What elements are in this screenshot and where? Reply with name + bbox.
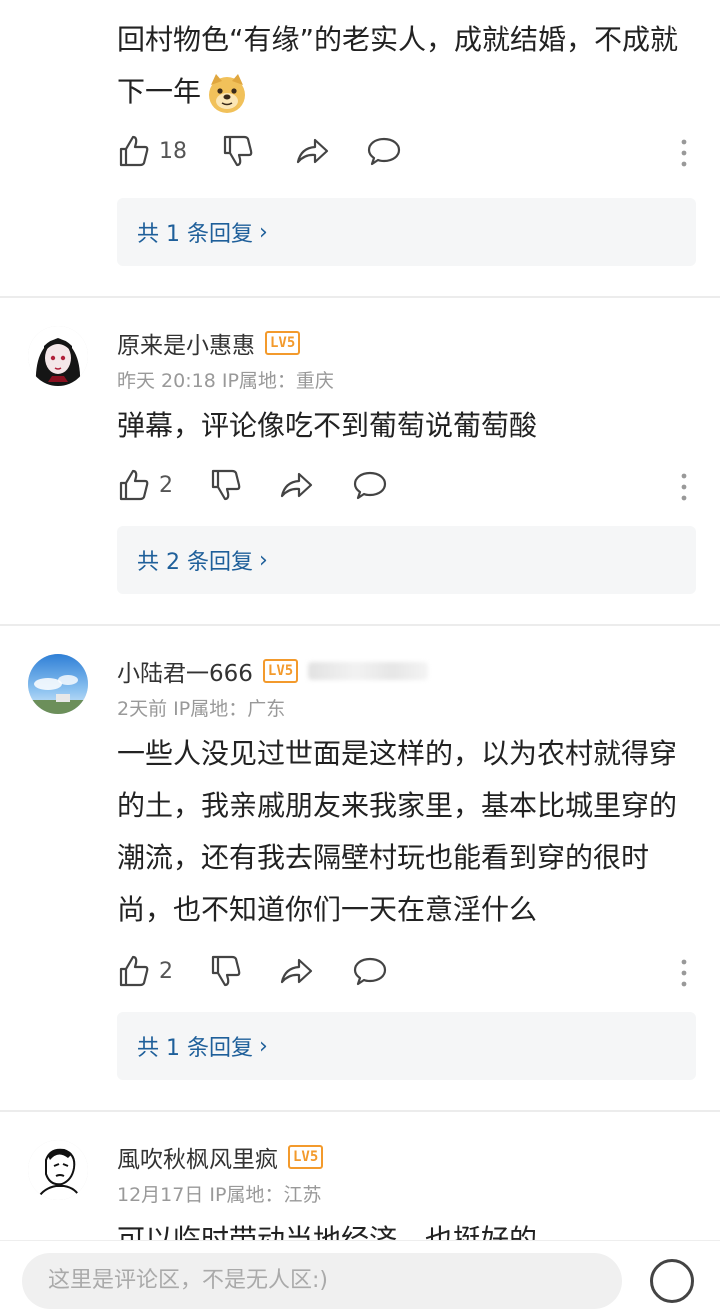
level-badge: LV5 bbox=[265, 331, 301, 355]
thumbs-down-icon bbox=[223, 135, 253, 167]
share-button[interactable] bbox=[279, 954, 313, 988]
username[interactable]: 風吹秋枫风里疯 bbox=[117, 1140, 278, 1174]
like-button[interactable]: 18 bbox=[117, 134, 187, 168]
share-arrow-icon bbox=[280, 958, 313, 984]
comment-button[interactable] bbox=[353, 468, 387, 502]
level-badge: LV5 bbox=[288, 1145, 324, 1169]
reply-count-label: 共 1 条回复 bbox=[137, 222, 253, 247]
more-vertical-icon[interactable] bbox=[676, 472, 692, 502]
reply-count-label: 共 2 条回复 bbox=[137, 550, 253, 575]
share-arrow-icon bbox=[280, 472, 313, 498]
emoji-icon[interactable] bbox=[650, 1259, 694, 1303]
view-replies-link[interactable]: 共 1 条回复 › bbox=[117, 198, 696, 266]
comment: 原来是小惠惠 LV5 昨天 20:18 IP属地：重庆 弹幕，评论像吃不到葡萄说… bbox=[0, 298, 720, 624]
thumbs-down-icon bbox=[211, 955, 241, 987]
comment-text: 弹幕，评论像吃不到葡萄说葡萄酸 bbox=[117, 409, 538, 442]
comment: 回村物色“有缘”的老实人，成就结婚，不成就下一年 18 共 1 条回复 › bbox=[0, 0, 720, 296]
like-button[interactable]: 2 bbox=[117, 954, 173, 988]
comment-meta: 12月17日 IP属地：江苏 bbox=[117, 1184, 322, 1206]
comment: 小陆君一666 LV5 2天前 IP属地：广东 一些人没见过世面是这样的，以为农… bbox=[0, 626, 720, 1110]
comment-meta: 昨天 20:18 IP属地：重庆 bbox=[117, 370, 334, 392]
chevron-right-icon: › bbox=[258, 219, 268, 245]
comment-button[interactable] bbox=[367, 134, 401, 168]
speech-bubble-icon bbox=[353, 471, 387, 500]
like-count: 2 bbox=[159, 958, 173, 984]
username[interactable]: 小陆君一666 bbox=[117, 654, 253, 688]
avatar[interactable] bbox=[28, 326, 88, 386]
dislike-button[interactable] bbox=[209, 954, 243, 988]
reply-count-label: 共 1 条回复 bbox=[137, 1036, 253, 1061]
comment-list: 回村物色“有缘”的老实人，成就结婚，不成就下一年 18 共 1 条回复 › 原来… bbox=[0, 0, 720, 1266]
comment-actions: 18 bbox=[117, 124, 720, 188]
comment-button[interactable] bbox=[353, 954, 387, 988]
doge-emoji-icon bbox=[209, 74, 246, 113]
speech-bubble-icon bbox=[353, 957, 387, 986]
speech-bubble-icon bbox=[367, 137, 401, 166]
view-replies-link[interactable]: 共 2 条回复 › bbox=[117, 526, 696, 594]
share-arrow-icon bbox=[296, 138, 329, 164]
share-button[interactable] bbox=[295, 134, 329, 168]
view-replies-link[interactable]: 共 1 条回复 › bbox=[117, 1012, 696, 1080]
chevron-right-icon: › bbox=[258, 1033, 268, 1059]
avatar-image bbox=[28, 654, 88, 714]
comment-actions: 2 bbox=[117, 458, 720, 522]
like-count: 2 bbox=[159, 472, 173, 498]
dislike-button[interactable] bbox=[209, 468, 243, 502]
comment-text: 回村物色“有缘”的老实人，成就结婚，不成就下一年 bbox=[117, 14, 690, 118]
chevron-right-icon: › bbox=[258, 547, 268, 573]
comment-input-bar: 这里是评论区，不是无人区:) bbox=[0, 1240, 720, 1309]
dislike-button[interactable] bbox=[221, 134, 255, 168]
thumbs-down-icon bbox=[211, 469, 241, 501]
more-vertical-icon[interactable] bbox=[676, 138, 692, 168]
thumbs-up-icon bbox=[119, 135, 149, 167]
avatar-image bbox=[28, 326, 88, 386]
comment-text: 一些人没见过世面是这样的，以为农村就得穿的土，我亲戚朋友来我家里，基本比城里穿的… bbox=[117, 737, 678, 926]
comment-actions: 2 bbox=[117, 944, 720, 1008]
like-button[interactable]: 2 bbox=[117, 468, 173, 502]
avatar-image bbox=[28, 1140, 88, 1200]
comment-input[interactable]: 这里是评论区，不是无人区:) bbox=[22, 1253, 622, 1309]
avatar[interactable] bbox=[28, 1140, 88, 1200]
like-count: 18 bbox=[159, 138, 187, 164]
avatar[interactable] bbox=[28, 654, 88, 714]
username[interactable]: 原来是小惠惠 bbox=[117, 326, 255, 360]
comment-meta: 2天前 IP属地：广东 bbox=[117, 698, 286, 720]
more-vertical-icon[interactable] bbox=[676, 958, 692, 988]
level-badge: LV5 bbox=[262, 659, 299, 683]
share-button[interactable] bbox=[279, 468, 313, 502]
thumbs-up-icon bbox=[119, 955, 149, 987]
blurred-badge bbox=[308, 662, 429, 680]
thumbs-up-icon bbox=[119, 469, 149, 501]
